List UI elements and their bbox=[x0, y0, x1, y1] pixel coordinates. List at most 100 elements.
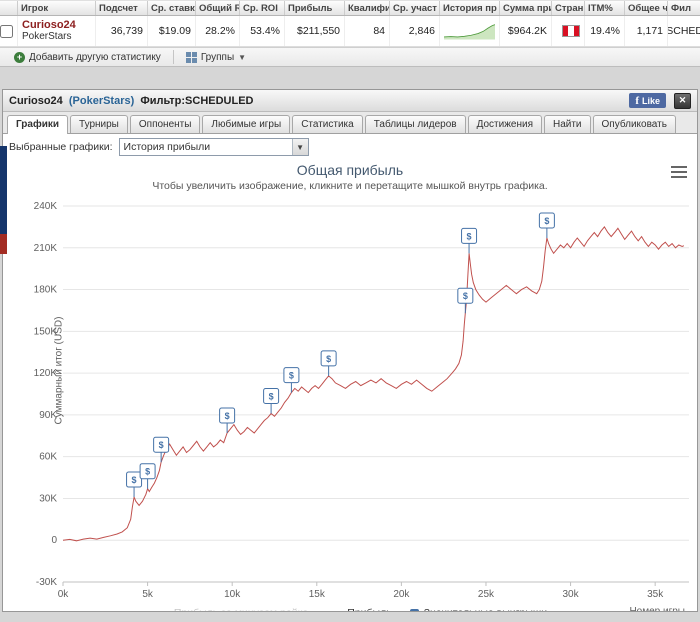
svg-text:20k: 20k bbox=[393, 589, 410, 599]
add-statistic-label: Добавить другую статистику bbox=[29, 51, 161, 63]
tab-publish[interactable]: Опубликовать bbox=[592, 115, 676, 133]
tab-opponents[interactable]: Оппоненты bbox=[129, 115, 201, 133]
legend-significant-wins[interactable]: Значительные выигрыши bbox=[409, 607, 547, 611]
col-avg-stake[interactable]: Ср. ставк bbox=[148, 1, 196, 15]
tab-bar: Графики Турниры Оппоненты Любимые игры С… bbox=[3, 112, 697, 134]
value-profit: $211,550 bbox=[285, 16, 345, 46]
svg-text:10k: 10k bbox=[224, 589, 241, 599]
stats-table-header: Игрок Подсчет Ср. ставк Общий R Ср. ROI … bbox=[0, 0, 700, 16]
groups-icon bbox=[185, 51, 197, 63]
value-avg-entrants: 2,846 bbox=[390, 16, 440, 46]
stats-table: Игрок Подсчет Ср. ставк Общий R Ср. ROI … bbox=[0, 0, 700, 47]
panel-header: Curioso24 (PokerStars) Фильтр:SCHEDULED … bbox=[3, 90, 697, 112]
svg-text:25k: 25k bbox=[478, 589, 495, 599]
value-itm: 19.4% bbox=[585, 16, 625, 46]
svg-text:210K: 210K bbox=[34, 243, 58, 254]
y-axis-title: Суммарный итог (USD) bbox=[53, 316, 65, 425]
page-edge-red-strip bbox=[0, 234, 7, 254]
value-avg-roi: 53.4% bbox=[240, 16, 285, 46]
svg-text:$: $ bbox=[225, 411, 230, 421]
col-avg-entrants[interactable]: Ср. участ bbox=[390, 1, 440, 15]
tab-tournaments[interactable]: Турниры bbox=[70, 115, 128, 133]
tab-leaderboards[interactable]: Таблицы лидеров bbox=[364, 115, 466, 133]
player-site: PokerStars bbox=[22, 31, 72, 42]
col-profit[interactable]: Прибыль bbox=[285, 1, 345, 15]
value-filter: SCHED bbox=[668, 16, 700, 46]
col-total-prizes[interactable]: Сумма приз bbox=[500, 1, 552, 15]
like-label: Like bbox=[641, 95, 660, 106]
profit-chart[interactable]: Общая прибыль Чтобы увеличить изображени… bbox=[3, 160, 697, 611]
svg-text:$: $ bbox=[463, 291, 468, 301]
table-row: Curioso24 PokerStars 36,739 $19.09 28.2%… bbox=[0, 16, 700, 47]
close-button[interactable]: ✕ bbox=[674, 92, 691, 109]
svg-text:-30K: -30K bbox=[36, 577, 57, 588]
legend-wins-label: Значительные выигрыши bbox=[424, 607, 547, 611]
col-qualified[interactable]: Квалифи bbox=[345, 1, 390, 15]
chart-subtitle: Чтобы увеличить изображение, кликните и … bbox=[152, 180, 548, 192]
col-avg-roi[interactable]: Ср. ROI bbox=[240, 1, 285, 15]
x-axis-title: Номер игры bbox=[629, 606, 685, 611]
page-edge-navy-strip bbox=[0, 146, 7, 234]
svg-text:30K: 30K bbox=[39, 493, 57, 504]
value-total-prizes: $964.2K bbox=[500, 16, 552, 46]
svg-text:35k: 35k bbox=[647, 589, 664, 599]
tab-favorite-games[interactable]: Любимые игры bbox=[202, 115, 291, 133]
panel-filter-label: Фильтр:SCHEDULED bbox=[140, 94, 254, 107]
chevron-down-icon: ▼ bbox=[238, 52, 247, 62]
col-country[interactable]: Стран bbox=[552, 1, 585, 15]
col-checkbox bbox=[0, 1, 18, 15]
svg-text:$: $ bbox=[467, 231, 472, 241]
value-avg-stake: $19.09 bbox=[148, 16, 196, 46]
profit-history-sparkline[interactable] bbox=[440, 16, 500, 46]
col-player[interactable]: Игрок bbox=[18, 1, 96, 15]
chart-plot-area[interactable]: -30K030K60K90K120K150K180K210K240K0k 5k 10… bbox=[5, 194, 697, 600]
col-itm[interactable]: ITM% bbox=[585, 1, 625, 15]
svg-text:0: 0 bbox=[51, 535, 57, 546]
col-profit-history[interactable]: История пр bbox=[440, 1, 500, 15]
legend-profit[interactable]: Прибыль bbox=[326, 607, 391, 611]
value-overall-roi: 28.2% bbox=[196, 16, 240, 46]
facebook-like-button[interactable]: f Like bbox=[629, 93, 666, 108]
tab-find[interactable]: Найти bbox=[543, 115, 591, 133]
col-total-n[interactable]: Общее ч bbox=[625, 1, 668, 15]
legend-profit-label: Прибыль bbox=[347, 607, 391, 611]
value-qualified: 84 bbox=[345, 16, 390, 46]
tab-statistics[interactable]: Статистика bbox=[292, 115, 363, 133]
player-panel: Curioso24 (PokerStars) Фильтр:SCHEDULED … bbox=[2, 89, 698, 612]
chart-select-value: История прибыли bbox=[123, 141, 211, 153]
facebook-icon: f bbox=[635, 94, 639, 107]
add-statistic-button[interactable]: + Добавить другую статистику bbox=[6, 48, 169, 66]
panel-site-link[interactable]: (PokerStars) bbox=[69, 95, 134, 107]
svg-text:$: $ bbox=[269, 391, 274, 401]
toolbar: + Добавить другую статистику Группы ▼ bbox=[0, 47, 700, 67]
svg-text:5k: 5k bbox=[142, 589, 154, 599]
svg-text:15k: 15k bbox=[309, 589, 326, 599]
tab-achievements[interactable]: Достижения bbox=[467, 115, 542, 133]
peru-flag-icon bbox=[562, 25, 580, 37]
country-flag-peru bbox=[552, 16, 585, 46]
svg-text:30k: 30k bbox=[563, 589, 580, 599]
col-count[interactable]: Подсчет bbox=[96, 1, 148, 15]
player-select-checkbox[interactable] bbox=[0, 24, 13, 38]
value-total-n: 1,171 bbox=[625, 16, 668, 46]
sparkline-graph[interactable] bbox=[444, 21, 495, 41]
col-filter[interactable]: Фил bbox=[668, 1, 700, 15]
legend-profit-minus-rake[interactable]: Прибыль за минусом рейка bbox=[153, 607, 308, 611]
close-icon: ✕ bbox=[678, 95, 687, 105]
svg-text:240K: 240K bbox=[34, 201, 58, 212]
player-name[interactable]: Curioso24 bbox=[22, 19, 76, 31]
legend-rake-label: Прибыль за минусом рейка bbox=[174, 607, 308, 611]
charts-tab-content: Выбранные графики: История прибыли ▼ Общ… bbox=[3, 134, 697, 611]
groups-label: Группы bbox=[200, 51, 235, 63]
panel-player-name: Curioso24 bbox=[9, 94, 63, 107]
add-icon: + bbox=[14, 51, 25, 63]
chevron-down-icon: ▼ bbox=[291, 139, 308, 155]
chart-select[interactable]: История прибыли ▼ bbox=[118, 138, 309, 156]
col-overall-roi[interactable]: Общий R bbox=[196, 1, 240, 15]
chart-menu-icon[interactable] bbox=[671, 166, 687, 178]
legend-wins-marker bbox=[409, 608, 419, 611]
svg-text:$: $ bbox=[544, 216, 549, 226]
player-cell[interactable]: Curioso24 PokerStars bbox=[18, 16, 96, 46]
tab-charts[interactable]: Графики bbox=[7, 115, 69, 134]
groups-button[interactable]: Группы ▼ bbox=[178, 48, 254, 66]
